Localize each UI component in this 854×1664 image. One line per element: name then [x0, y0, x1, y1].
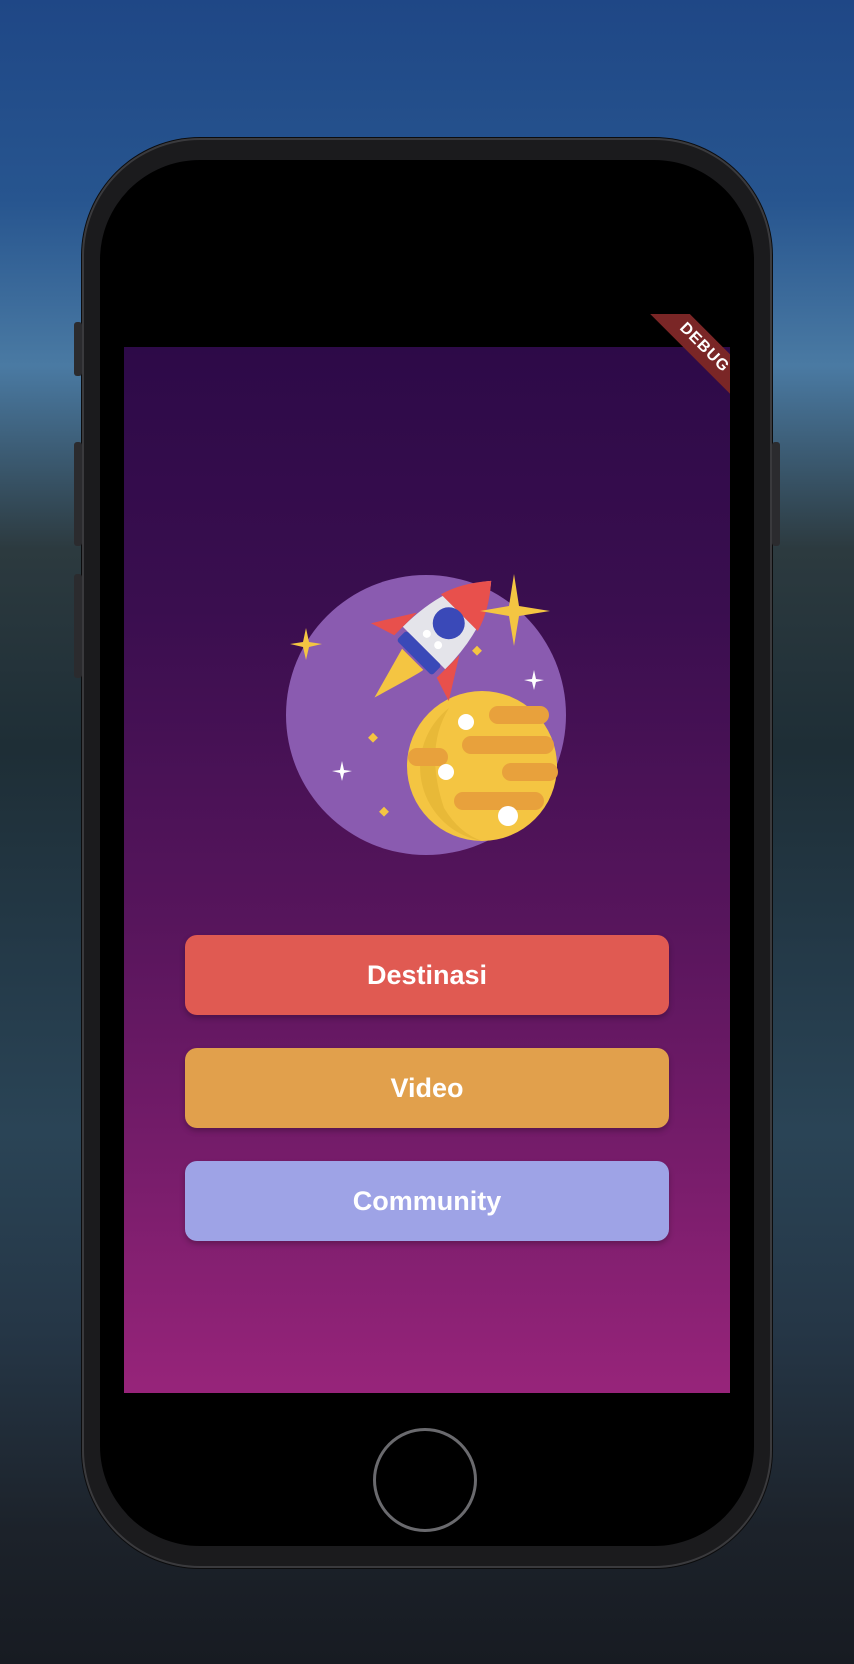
volume-up-button	[74, 442, 82, 546]
destinasi-button[interactable]: Destinasi	[185, 935, 669, 1015]
video-label: Video	[390, 1072, 464, 1103]
community-button[interactable]: Community	[185, 1161, 669, 1241]
home-button[interactable]	[373, 1428, 477, 1532]
rocket-planet-icon	[286, 574, 566, 855]
mute-switch	[74, 322, 82, 376]
planet-icon	[407, 691, 558, 841]
debug-banner-area: DEBUG	[638, 314, 730, 406]
destinasi-label: Destinasi	[366, 959, 488, 990]
volume-down-button	[74, 574, 82, 678]
debug-banner: DEBUG	[644, 314, 730, 406]
community-label: Community	[352, 1185, 502, 1216]
power-button	[772, 442, 780, 546]
video-button[interactable]: Video	[185, 1048, 669, 1128]
